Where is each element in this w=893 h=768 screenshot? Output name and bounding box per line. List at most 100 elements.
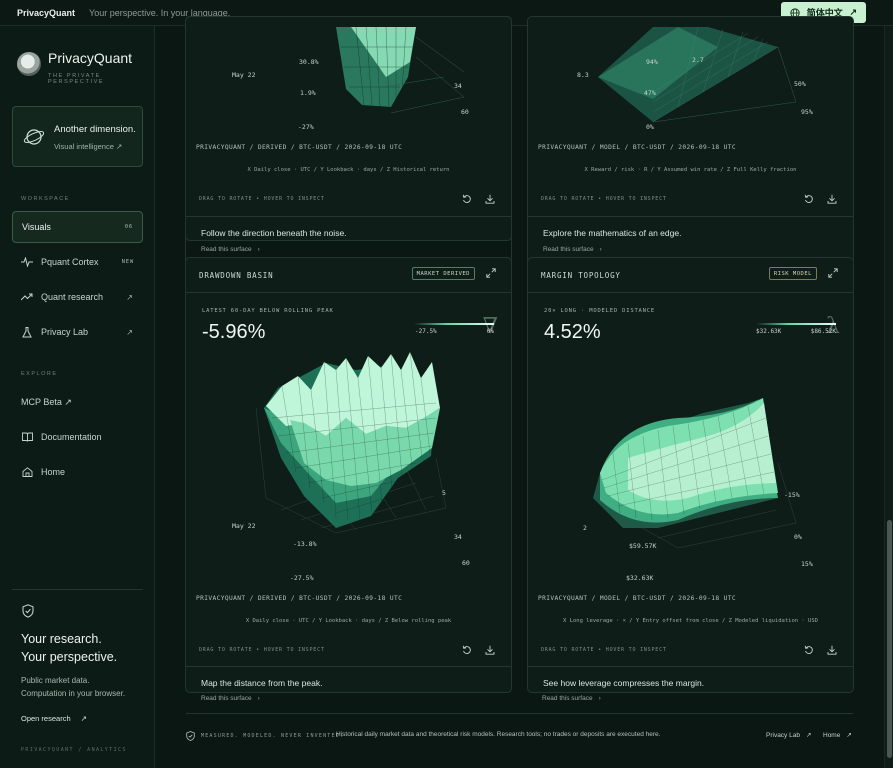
sidebar-item-quant-research[interactable]: Quant research ↗ bbox=[12, 281, 143, 313]
axis-label: 2.7 bbox=[692, 56, 704, 64]
sidebar-item-pquant-cortex[interactable]: Pquant Cortex NEW bbox=[12, 246, 143, 278]
research-heading: Your research. Your perspective. bbox=[21, 632, 118, 664]
visual-intelligence-link[interactable]: Visual intelligence ↗ bbox=[54, 142, 122, 151]
read-surface-link[interactable]: Read this surface › bbox=[201, 246, 260, 253]
axis-label: 1.9% bbox=[300, 89, 316, 97]
surface-plot[interactable] bbox=[528, 258, 854, 693]
footer-link-privacy-lab[interactable]: Privacy Lab ↗ bbox=[766, 731, 811, 739]
scrollbar-thumb[interactable] bbox=[887, 520, 892, 758]
shield-check-icon bbox=[22, 604, 34, 618]
surface-plot[interactable] bbox=[186, 258, 512, 693]
app-name[interactable]: PrivacyQuant bbox=[48, 50, 132, 66]
surface-card-trend: May 22 30.8% 1.9% -27% 34 60 PRIVACYQUAN… bbox=[185, 16, 512, 241]
reset-view-icon[interactable] bbox=[804, 194, 814, 204]
trend-icon bbox=[21, 293, 33, 301]
read-surface-link[interactable]: Read this surface › bbox=[542, 695, 601, 702]
main-content: May 22 30.8% 1.9% -27% 34 60 PRIVACYQUAN… bbox=[155, 16, 884, 768]
scrollbar[interactable] bbox=[884, 26, 893, 768]
external-arrow-icon: ↗ bbox=[126, 292, 133, 302]
book-icon bbox=[21, 432, 33, 442]
interaction-hint: DRAG TO ROTATE • HOVER TO INSPECT bbox=[199, 196, 325, 202]
axis-label: May 22 bbox=[232, 71, 256, 79]
shield-check-icon bbox=[186, 731, 195, 741]
axis-label: -27.5% bbox=[290, 574, 314, 582]
flask-icon bbox=[22, 326, 32, 337]
sidebar-item-documentation[interactable]: Documentation bbox=[12, 421, 143, 453]
axis-label: -13.8% bbox=[293, 540, 317, 548]
interaction-hint: DRAG TO ROTATE • HOVER TO INSPECT bbox=[541, 647, 667, 653]
download-icon[interactable] bbox=[485, 645, 495, 655]
sidebar-item-label: MCP Beta ↗ bbox=[21, 396, 72, 407]
axis-label: 0% bbox=[646, 123, 654, 131]
divider bbox=[528, 666, 853, 667]
dimension-card[interactable]: Another dimension. Visual intelligence ↗ bbox=[12, 106, 143, 167]
axis-label: -15% bbox=[784, 491, 800, 499]
sidebar-item-visuals[interactable]: Visuals 06 bbox=[12, 211, 143, 243]
sidebar-item-home[interactable]: Home bbox=[12, 456, 143, 488]
surface-description: See how leverage compresses the margin. bbox=[543, 678, 705, 688]
surface-card-kelly: 8.3 94% 2.7 47% 0% 50% 95% PRIVACYQUANT … bbox=[527, 16, 854, 268]
axis-label: 60 bbox=[461, 108, 469, 116]
chevron-right-icon: › bbox=[257, 246, 260, 253]
divider bbox=[528, 216, 853, 217]
sidebar-footer: PRIVACYQUANT / ANALYTICS bbox=[21, 747, 127, 753]
logo-icon[interactable] bbox=[17, 52, 41, 76]
count-badge: 06 bbox=[124, 224, 133, 230]
surface-meta: PRIVACYQUANT / DERIVED / BTC-USDT / 2026… bbox=[196, 144, 403, 151]
axis-label: 34 bbox=[454, 82, 462, 90]
axis-label: 5 bbox=[442, 489, 446, 497]
interaction-hint: DRAG TO ROTATE • HOVER TO INSPECT bbox=[541, 196, 667, 202]
chevron-right-icon: › bbox=[598, 695, 601, 702]
sidebar-item-label: Privacy Lab bbox=[41, 327, 89, 337]
external-arrow-icon: ↗ bbox=[80, 714, 87, 723]
axis-label: 94% bbox=[646, 58, 658, 66]
download-icon[interactable] bbox=[485, 194, 495, 204]
axis-label: 30.8% bbox=[299, 58, 319, 66]
axis-label: 0% bbox=[794, 533, 802, 541]
surface-card-drawdown: DRAWDOWN BASIN MARKET DERIVED LATEST 60-… bbox=[185, 257, 512, 693]
axes-legend: X Daily close · UTC / Y Lookback · days … bbox=[245, 618, 452, 624]
axis-label: 2 bbox=[583, 524, 587, 532]
axis-label: -27% bbox=[298, 123, 314, 131]
sidebar-item-label: Quant research bbox=[41, 292, 104, 302]
workspace-label: WORKSPACE bbox=[21, 196, 70, 202]
explore-label: EXPLORE bbox=[21, 371, 58, 377]
download-icon[interactable] bbox=[827, 194, 837, 204]
reset-view-icon[interactable] bbox=[804, 645, 814, 655]
surface-description: Follow the direction beneath the noise. bbox=[201, 228, 347, 238]
axis-label: 34 bbox=[454, 533, 462, 541]
sidebar-item-mcp-beta[interactable]: MCP Beta ↗ bbox=[12, 386, 143, 418]
axis-label: 95% bbox=[801, 108, 813, 116]
sidebar-item-label: Visuals bbox=[22, 222, 51, 232]
new-badge: NEW bbox=[121, 259, 134, 265]
reset-view-icon[interactable] bbox=[462, 194, 472, 204]
footer-disclaimer: Historical daily market data and theoret… bbox=[336, 731, 661, 738]
read-surface-link[interactable]: Read this surface › bbox=[201, 695, 260, 702]
axis-label: 50% bbox=[794, 80, 806, 88]
dimension-card-title: Another dimension. bbox=[54, 124, 136, 135]
footer-motto: MEASURED. MODELED. NEVER INVENTED. bbox=[201, 733, 345, 739]
surface-card-margin: MARGIN TOPOLOGY RISK MODEL 20× LONG · MO… bbox=[527, 257, 854, 693]
surface-description: Explore the mathematics of an edge. bbox=[543, 228, 682, 238]
external-arrow-icon: ↗ bbox=[126, 327, 133, 337]
open-research-link[interactable]: Open research ↗ bbox=[21, 714, 87, 723]
reset-view-icon[interactable] bbox=[462, 645, 472, 655]
chevron-right-icon: › bbox=[257, 695, 260, 702]
download-icon[interactable] bbox=[827, 645, 837, 655]
read-surface-link[interactable]: Read this surface › bbox=[543, 246, 602, 253]
axis-label: 60 bbox=[462, 559, 470, 567]
axis-label: 47% bbox=[644, 89, 656, 97]
surface-description: Map the distance from the peak. bbox=[201, 678, 323, 688]
sidebar-item-label: Pquant Cortex bbox=[41, 257, 99, 267]
app-subtitle: THE PRIVATE PERSPECTIVE bbox=[48, 73, 105, 85]
axis-label: 15% bbox=[801, 560, 813, 568]
axes-legend: X Daily close · UTC / Y Lookback · days … bbox=[247, 167, 450, 173]
divider bbox=[186, 713, 853, 714]
brand-name[interactable]: PrivacyQuant bbox=[17, 8, 75, 18]
footer-link-home[interactable]: Home ↗ bbox=[823, 731, 852, 739]
pulse-icon bbox=[21, 257, 33, 267]
sidebar-item-privacy-lab[interactable]: Privacy Lab ↗ bbox=[12, 316, 143, 348]
sidebar-item-label: Home bbox=[41, 467, 66, 477]
axes-legend: X Reward / risk · R / Y Assumed win rate… bbox=[584, 167, 797, 173]
sidebar-item-label: Documentation bbox=[41, 432, 102, 442]
